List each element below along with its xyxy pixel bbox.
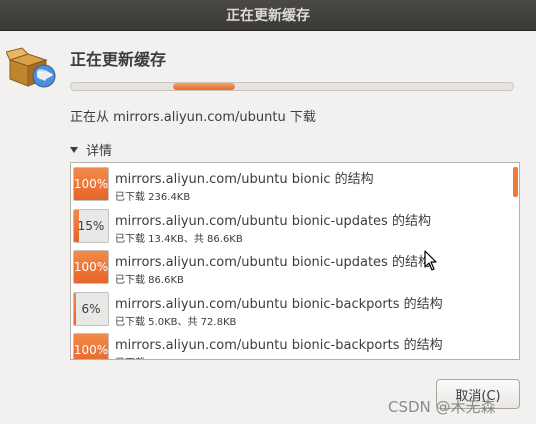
window-title: 正在更新缓存 <box>226 8 310 24</box>
download-detail: 已下载 13.4KB、共 86.6KB <box>115 233 243 245</box>
package-globe-icon <box>6 47 56 88</box>
status-text: 正在从 mirrors.aliyun.com/ubuntu 下载 <box>70 110 316 125</box>
details-expander[interactable]: 详情 <box>70 140 112 159</box>
download-detail: 已下载 236.4KB <box>115 192 191 203</box>
download-detail: 已下载 <box>115 354 145 359</box>
update-progress-bar <box>70 82 514 91</box>
scrollbar-thumb[interactable] <box>513 167 518 197</box>
watermark: CSDN @木无森 <box>388 398 496 416</box>
download-item: 15% mirrors.aliyun.com/ubuntu bionic-upda… <box>71 205 511 247</box>
download-title: mirrors.aliyun.com/ubuntu bionic-backpor… <box>115 338 443 353</box>
progress-pulse <box>172 83 235 90</box>
progress-percent: 15% <box>77 218 105 233</box>
progress-badge: 100% <box>73 167 109 201</box>
download-item: 100% mirrors.aliyun.com/ubuntu bionic-bac… <box>71 329 511 359</box>
triangle-down-icon <box>70 146 78 153</box>
progress-badge: 6% <box>73 291 109 326</box>
download-item: 6% mirrors.aliyun.com/ubuntu bionic-backp… <box>71 288 511 330</box>
list-scrollbar[interactable] <box>511 163 519 359</box>
details-label: 详情 <box>86 144 113 159</box>
download-rows: 100% mirrors.aliyun.com/ubuntu bionic 的结构… <box>71 163 511 359</box>
download-title: mirrors.aliyun.com/ubuntu bionic-backpor… <box>115 296 443 312</box>
page-title: 正在更新缓存 <box>70 50 167 69</box>
window-titlebar[interactable]: 正在更新缓存 <box>0 0 536 31</box>
download-title: mirrors.aliyun.com/ubuntu bionic-updates… <box>115 213 431 229</box>
progress-percent: 100% <box>73 343 109 357</box>
progress-percent: 100% <box>73 260 109 274</box>
progress-badge: 15% <box>73 208 109 243</box>
download-item: 100% mirrors.aliyun.com/ubuntu bionic 的结构… <box>71 163 511 205</box>
download-detail: 已下载 5.0KB、共 72.8KB <box>115 316 237 328</box>
progress-badge: 100% <box>73 250 109 284</box>
progress-percent: 6% <box>81 301 101 316</box>
download-item: 100% mirrors.aliyun.com/ubuntu bionic-upd… <box>71 246 511 288</box>
mouse-pointer-icon <box>424 250 437 271</box>
progress-fill <box>74 292 77 325</box>
download-title: mirrors.aliyun.com/ubuntu bionic-updates… <box>115 255 431 270</box>
progress-percent: 100% <box>73 177 109 191</box>
progress-badge: 100% <box>73 333 109 359</box>
download-detail: 已下载 86.6KB <box>115 275 184 286</box>
download-title: mirrors.aliyun.com/ubuntu bionic 的结构 <box>115 172 374 187</box>
download-list[interactable]: 100% mirrors.aliyun.com/ubuntu bionic 的结构… <box>70 162 520 360</box>
